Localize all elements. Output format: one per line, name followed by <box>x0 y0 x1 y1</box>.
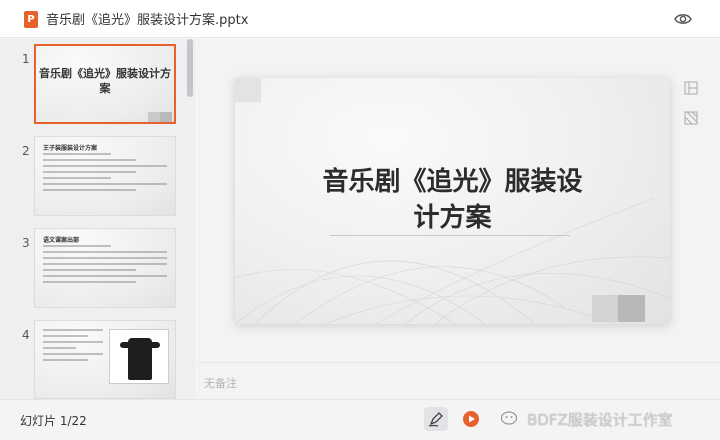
eye-icon[interactable] <box>674 12 692 26</box>
slide-thumbnail-3[interactable]: 语文课案出部 <box>34 228 176 308</box>
pen-icon <box>428 412 443 427</box>
notes-divider <box>197 362 720 363</box>
slide-thumbnail-2[interactable]: 王子装服装设计方案 <box>34 136 176 216</box>
status-bar: 幻灯片 1/22 BDFZ服装设计工作室 <box>0 399 720 440</box>
slide-thumbnail-4[interactable] <box>34 320 176 399</box>
title-bar: P 音乐剧《追光》服装设计方案.pptx <box>0 0 720 38</box>
thumbnail-number: 4 <box>22 328 30 342</box>
file-title: 音乐剧《追光》服装设计方案.pptx <box>46 13 249 28</box>
thumbnail-heading: 王子装服装设计方案 <box>43 145 98 152</box>
slide-canvas: 音乐剧《追光》服装设计方案 无备注 <box>197 39 720 399</box>
slide-thumbnail-1[interactable]: 音乐剧《追光》服装设计方案 <box>34 44 176 124</box>
thumbnail-number: 3 <box>22 236 30 250</box>
play-icon[interactable] <box>461 409 481 429</box>
coat-image <box>109 329 169 384</box>
speaker-notes[interactable]: 无备注 <box>204 375 237 391</box>
slide-thumbnail-panel: 1 音乐剧《追光》服装设计方案 2 王子装服装设计方案 3 语文课案出部 4 <box>0 39 196 399</box>
thumbnail-number: 1 <box>22 52 30 66</box>
thumbnail-scrollbar[interactable] <box>187 39 193 97</box>
thumbnail-number: 2 <box>22 144 30 158</box>
watermark-text: BDFZ服装设计工作室 <box>527 411 673 429</box>
pptx-file-icon: P <box>24 11 38 28</box>
pen-button[interactable] <box>424 407 448 431</box>
thumbnail-heading: 语文课案出部 <box>43 237 80 244</box>
slide-counter: 幻灯片 1/22 <box>20 414 87 428</box>
thumbnail-title: 音乐剧《追光》服装设计方案 <box>39 67 171 95</box>
slide-title: 音乐剧《追光》服装设计方案 <box>322 167 583 233</box>
wechat-watermark-icon <box>500 411 518 425</box>
layout-icon[interactable] <box>684 81 698 95</box>
background-icon[interactable] <box>684 111 698 125</box>
current-slide[interactable]: 音乐剧《追光》服装设计方案 <box>235 78 670 324</box>
title-divider <box>330 235 570 236</box>
